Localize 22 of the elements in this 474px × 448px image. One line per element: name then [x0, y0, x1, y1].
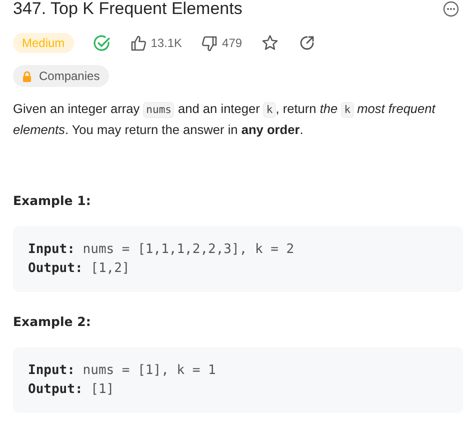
like-button[interactable]: 13.1K — [130, 34, 182, 52]
example-value: [1] — [90, 382, 114, 397]
thumbs-down-icon — [201, 34, 218, 52]
example-label: Input: — [28, 242, 75, 257]
thumbs-up-icon — [130, 34, 147, 52]
share-icon[interactable] — [298, 34, 316, 52]
example-label: Output: — [28, 382, 83, 397]
more-options-icon[interactable] — [443, 1, 459, 17]
dislike-button[interactable]: 479 — [201, 34, 242, 52]
lock-icon — [22, 70, 32, 82]
example-heading: Example 2: — [13, 314, 92, 329]
example-value: nums = [1,1,1,2,2,3], k = 2 — [82, 242, 294, 257]
star-icon[interactable] — [261, 34, 280, 52]
example-heading: Example 1: — [13, 193, 92, 208]
problem-title: 347. Top K Frequent Elements — [13, 0, 242, 19]
problem-description: Given an integer array nums and an integer k , return the k most frequent elements. You may return the answer in any order. — [13, 100, 437, 139]
example-value: nums = [1], k = 1 — [82, 363, 216, 378]
companies-tag[interactable]: Companies — [13, 65, 109, 87]
example-value: [1,2] — [90, 261, 130, 276]
example-label: Output: — [28, 261, 83, 276]
difficulty-badge: Medium — [13, 33, 74, 53]
example-label: Input: — [28, 363, 75, 378]
